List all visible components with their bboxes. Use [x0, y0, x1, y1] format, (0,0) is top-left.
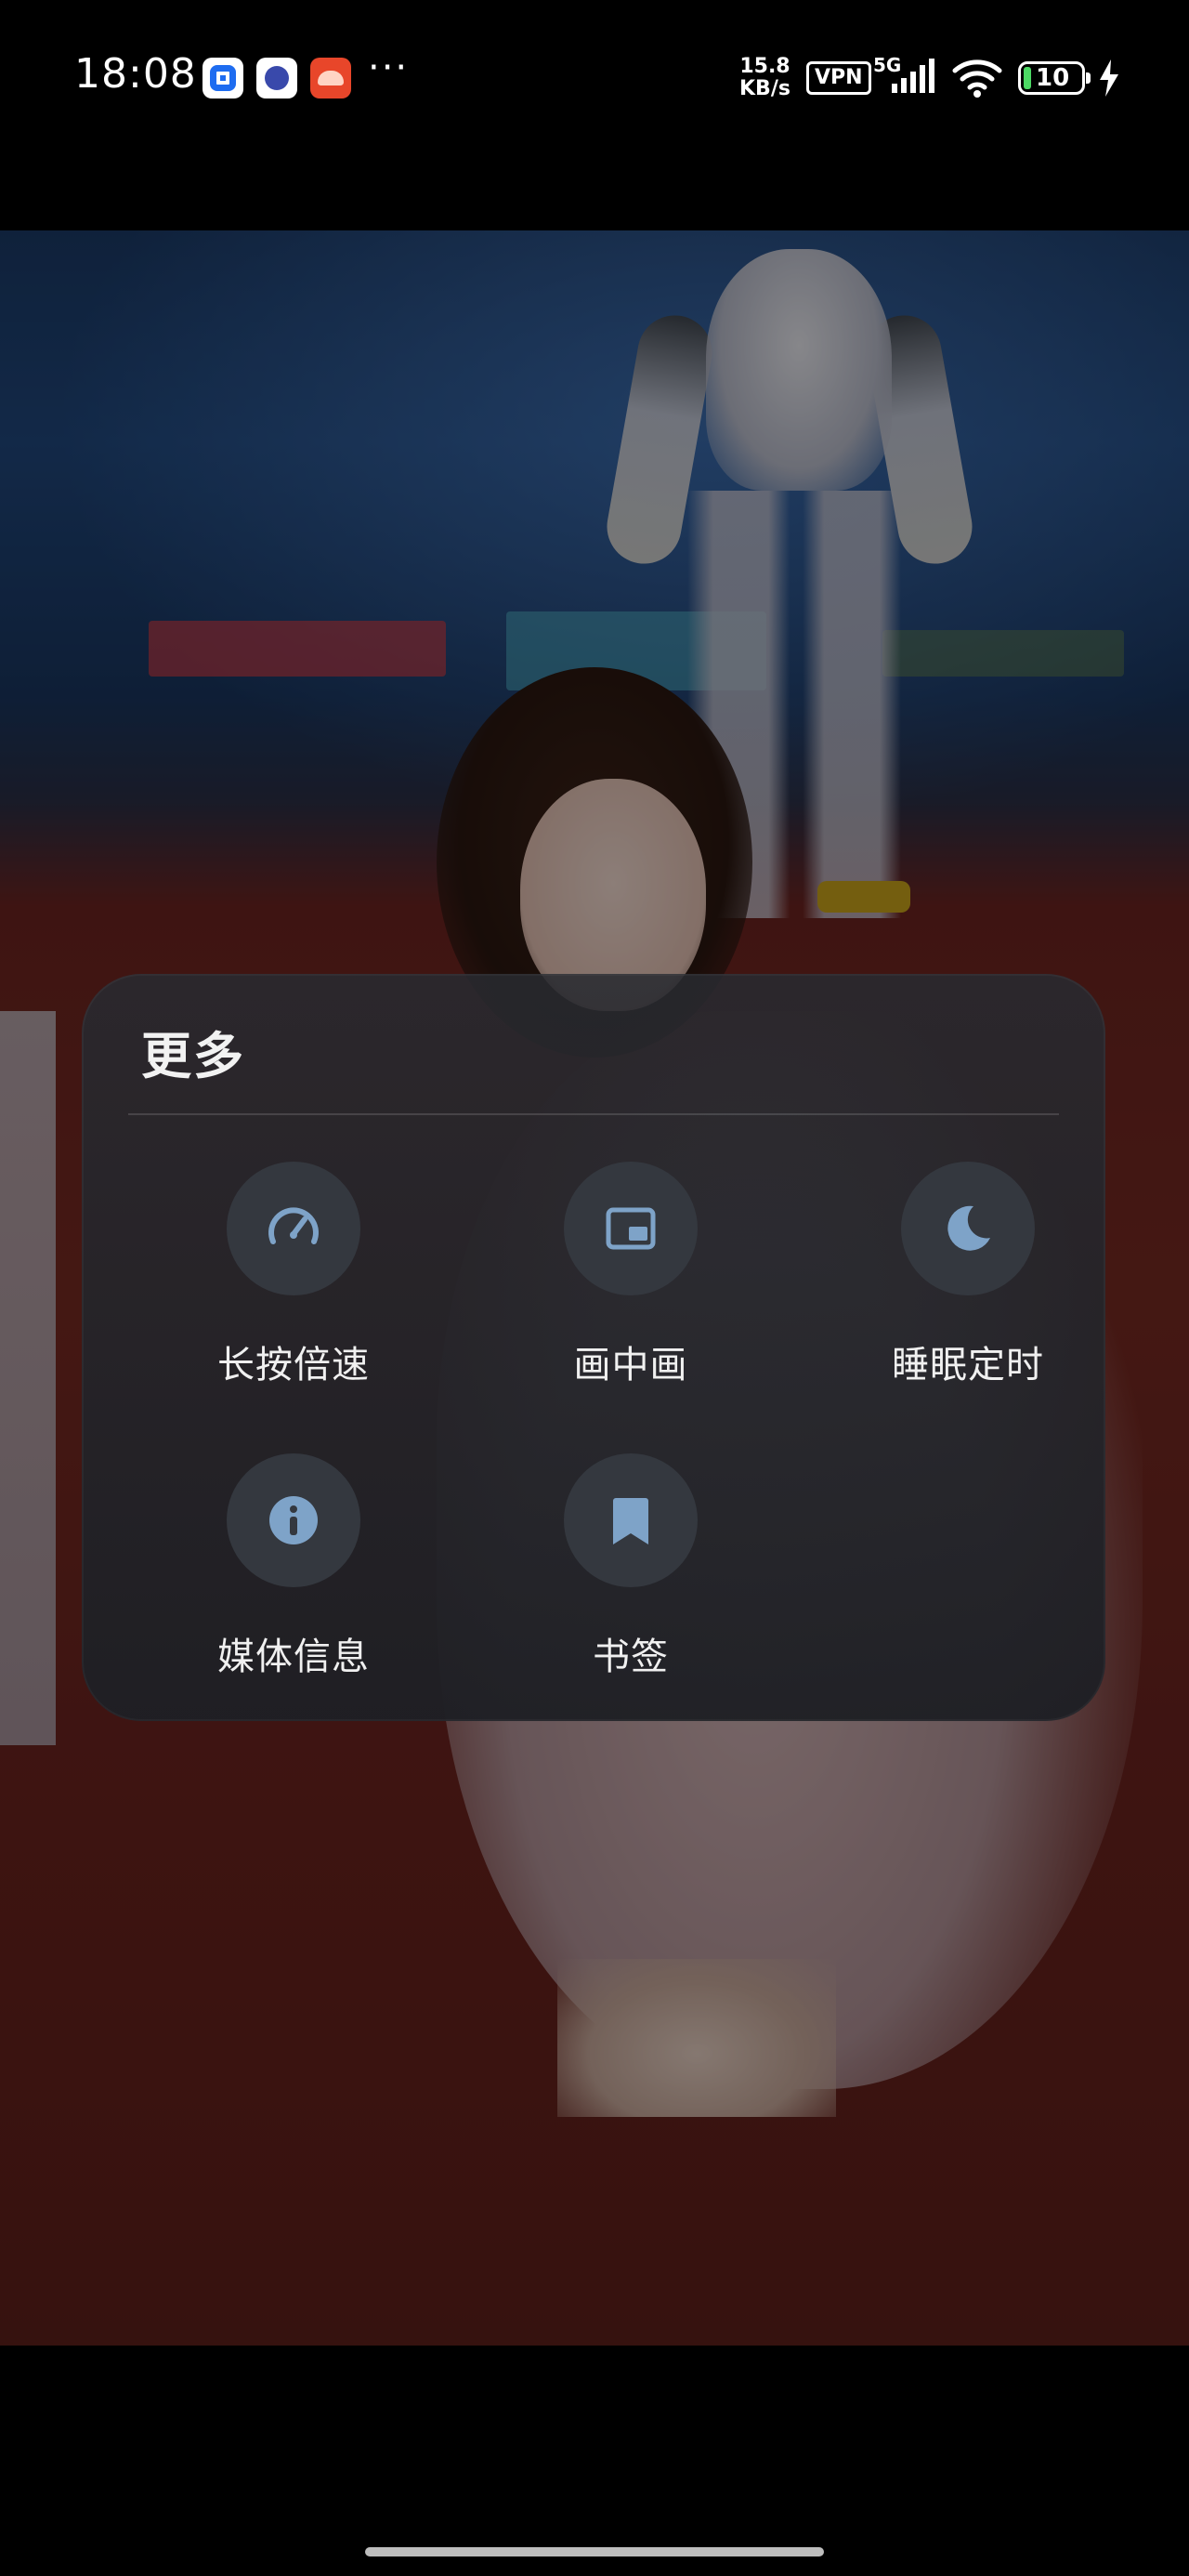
panel-title: 更多 [141, 1027, 245, 1085]
network-type: 5G [873, 54, 902, 76]
option-label: 长按倍速 [217, 1344, 370, 1387]
option-label: 画中画 [573, 1344, 688, 1387]
network-speed-value: 15.8 [739, 55, 790, 78]
option-long-press-speed[interactable]: 长按倍速 [126, 1162, 461, 1403]
option-media-info[interactable]: 媒体信息 [126, 1453, 461, 1695]
network-speed-unit: KB/s [739, 77, 790, 100]
network-speed: 15.8 KB/s [739, 56, 790, 100]
option-icon-container [564, 1453, 698, 1587]
more-notifications-indicator: ··· [368, 46, 410, 89]
picture-in-picture-icon [606, 1207, 656, 1250]
battery-icon: 10 [1018, 61, 1091, 95]
signal-icon: 5G [873, 54, 940, 97]
option-picture-in-picture[interactable]: 画中画 [464, 1162, 798, 1403]
speedometer-icon [268, 1207, 319, 1244]
panel-divider [128, 1113, 1059, 1115]
bookmark-icon [613, 1498, 648, 1544]
option-icon-container [227, 1453, 360, 1587]
option-sleep-timer[interactable]: 睡眠定时 [801, 1162, 1135, 1403]
wifi-icon [952, 59, 1002, 98]
more-panel: 更多 长按倍速 画中画 睡眠定时 媒体信息 书签 [82, 974, 1105, 1721]
option-icon-container [227, 1162, 360, 1295]
app-notification-icon [203, 58, 243, 99]
battery-level: 10 [1036, 64, 1070, 92]
info-icon [269, 1496, 318, 1544]
home-indicator[interactable] [365, 2547, 824, 2556]
app-notification-icon [256, 58, 297, 99]
moon-icon [947, 1205, 990, 1251]
option-label: 睡眠定时 [892, 1344, 1044, 1387]
screen: 18:08 ··· 15.8 KB/s VPN 5G 10 更多 长按倍速 画中… [0, 0, 1189, 2576]
app-notification-icon [310, 58, 351, 99]
option-label: 媒体信息 [217, 1636, 370, 1678]
vpn-badge: VPN [806, 61, 871, 95]
status-bar: 18:08 ··· 15.8 KB/s VPN 5G 10 [0, 0, 1189, 158]
option-label: 书签 [593, 1636, 669, 1678]
option-icon-container [901, 1162, 1035, 1295]
option-bookmark[interactable]: 书签 [464, 1453, 798, 1695]
charging-icon [1100, 59, 1118, 97]
option-icon-container [564, 1162, 698, 1295]
status-time: 18:08 [74, 50, 197, 98]
